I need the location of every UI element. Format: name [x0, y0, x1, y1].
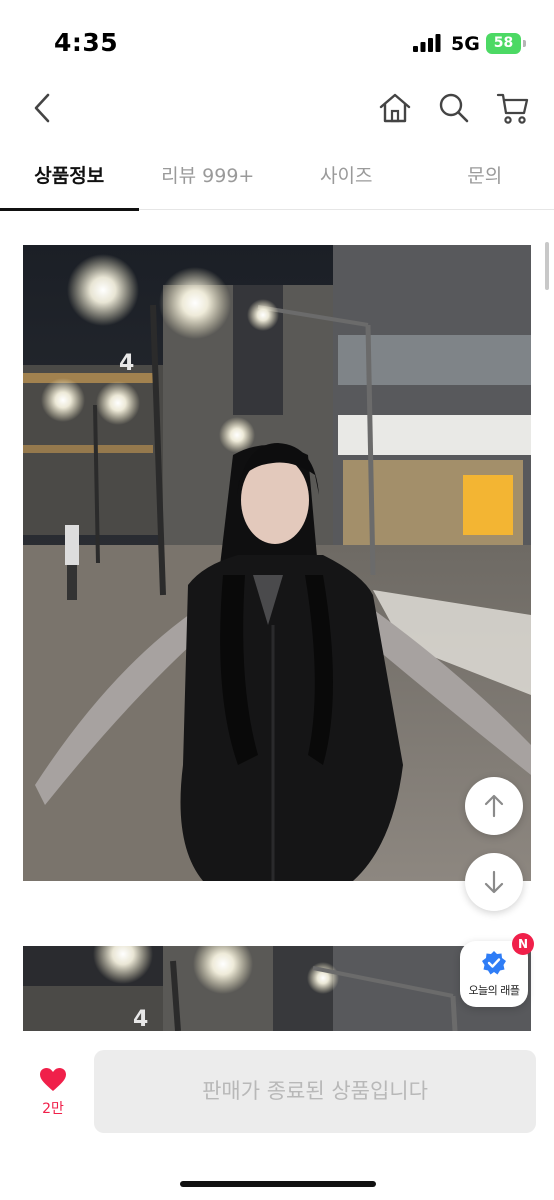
search-icon — [439, 93, 469, 123]
like-button[interactable]: 2만 — [30, 1067, 76, 1118]
scroll-down-button[interactable] — [465, 853, 523, 911]
product-tabs: 상품정보 리뷰 999+ 사이즈 문의 — [0, 148, 554, 211]
battery-level: 58 — [486, 33, 521, 54]
tab-product-info[interactable]: 상품정보 — [0, 148, 139, 211]
arrow-down-icon — [484, 870, 504, 894]
product-photo: 4 — [23, 245, 531, 881]
raffle-label: 오늘의 래플 — [468, 984, 520, 997]
signal-icon — [413, 34, 441, 52]
cart-icon — [496, 93, 529, 124]
network-type: 5G — [451, 33, 480, 55]
home-button[interactable] — [375, 88, 415, 128]
like-count: 2만 — [42, 1101, 64, 1117]
status-bar: 4:35 5G 58 — [0, 0, 554, 80]
status-time: 4:35 — [54, 28, 119, 57]
svg-text:4: 4 — [119, 351, 134, 376]
search-button[interactable] — [434, 88, 474, 128]
arrow-up-icon — [484, 794, 504, 818]
back-button[interactable] — [22, 88, 62, 128]
product-photo-2: 4 — [23, 946, 531, 1031]
new-badge: N — [512, 933, 534, 955]
tab-size[interactable]: 사이즈 — [277, 148, 416, 210]
home-icon — [379, 93, 411, 123]
tab-inquiry[interactable]: 문의 — [416, 148, 554, 210]
sold-out-button[interactable]: 판매가 종료된 상품입니다 — [94, 1050, 536, 1133]
svg-text:4: 4 — [133, 1007, 148, 1031]
top-navigation — [0, 80, 554, 140]
heart-icon — [40, 1068, 66, 1091]
battery-icon: 58 — [486, 33, 526, 54]
verified-badge-icon — [482, 951, 506, 975]
scroll-indicator[interactable] — [545, 242, 549, 290]
tab-reviews[interactable]: 리뷰 999+ — [139, 148, 278, 210]
bottom-action-bar: 2만 판매가 종료된 상품입니다 — [0, 1031, 554, 1200]
chevron-left-icon — [34, 93, 50, 123]
scroll-up-button[interactable] — [465, 777, 523, 835]
cart-button[interactable] — [493, 88, 533, 128]
home-indicator — [180, 1181, 376, 1187]
